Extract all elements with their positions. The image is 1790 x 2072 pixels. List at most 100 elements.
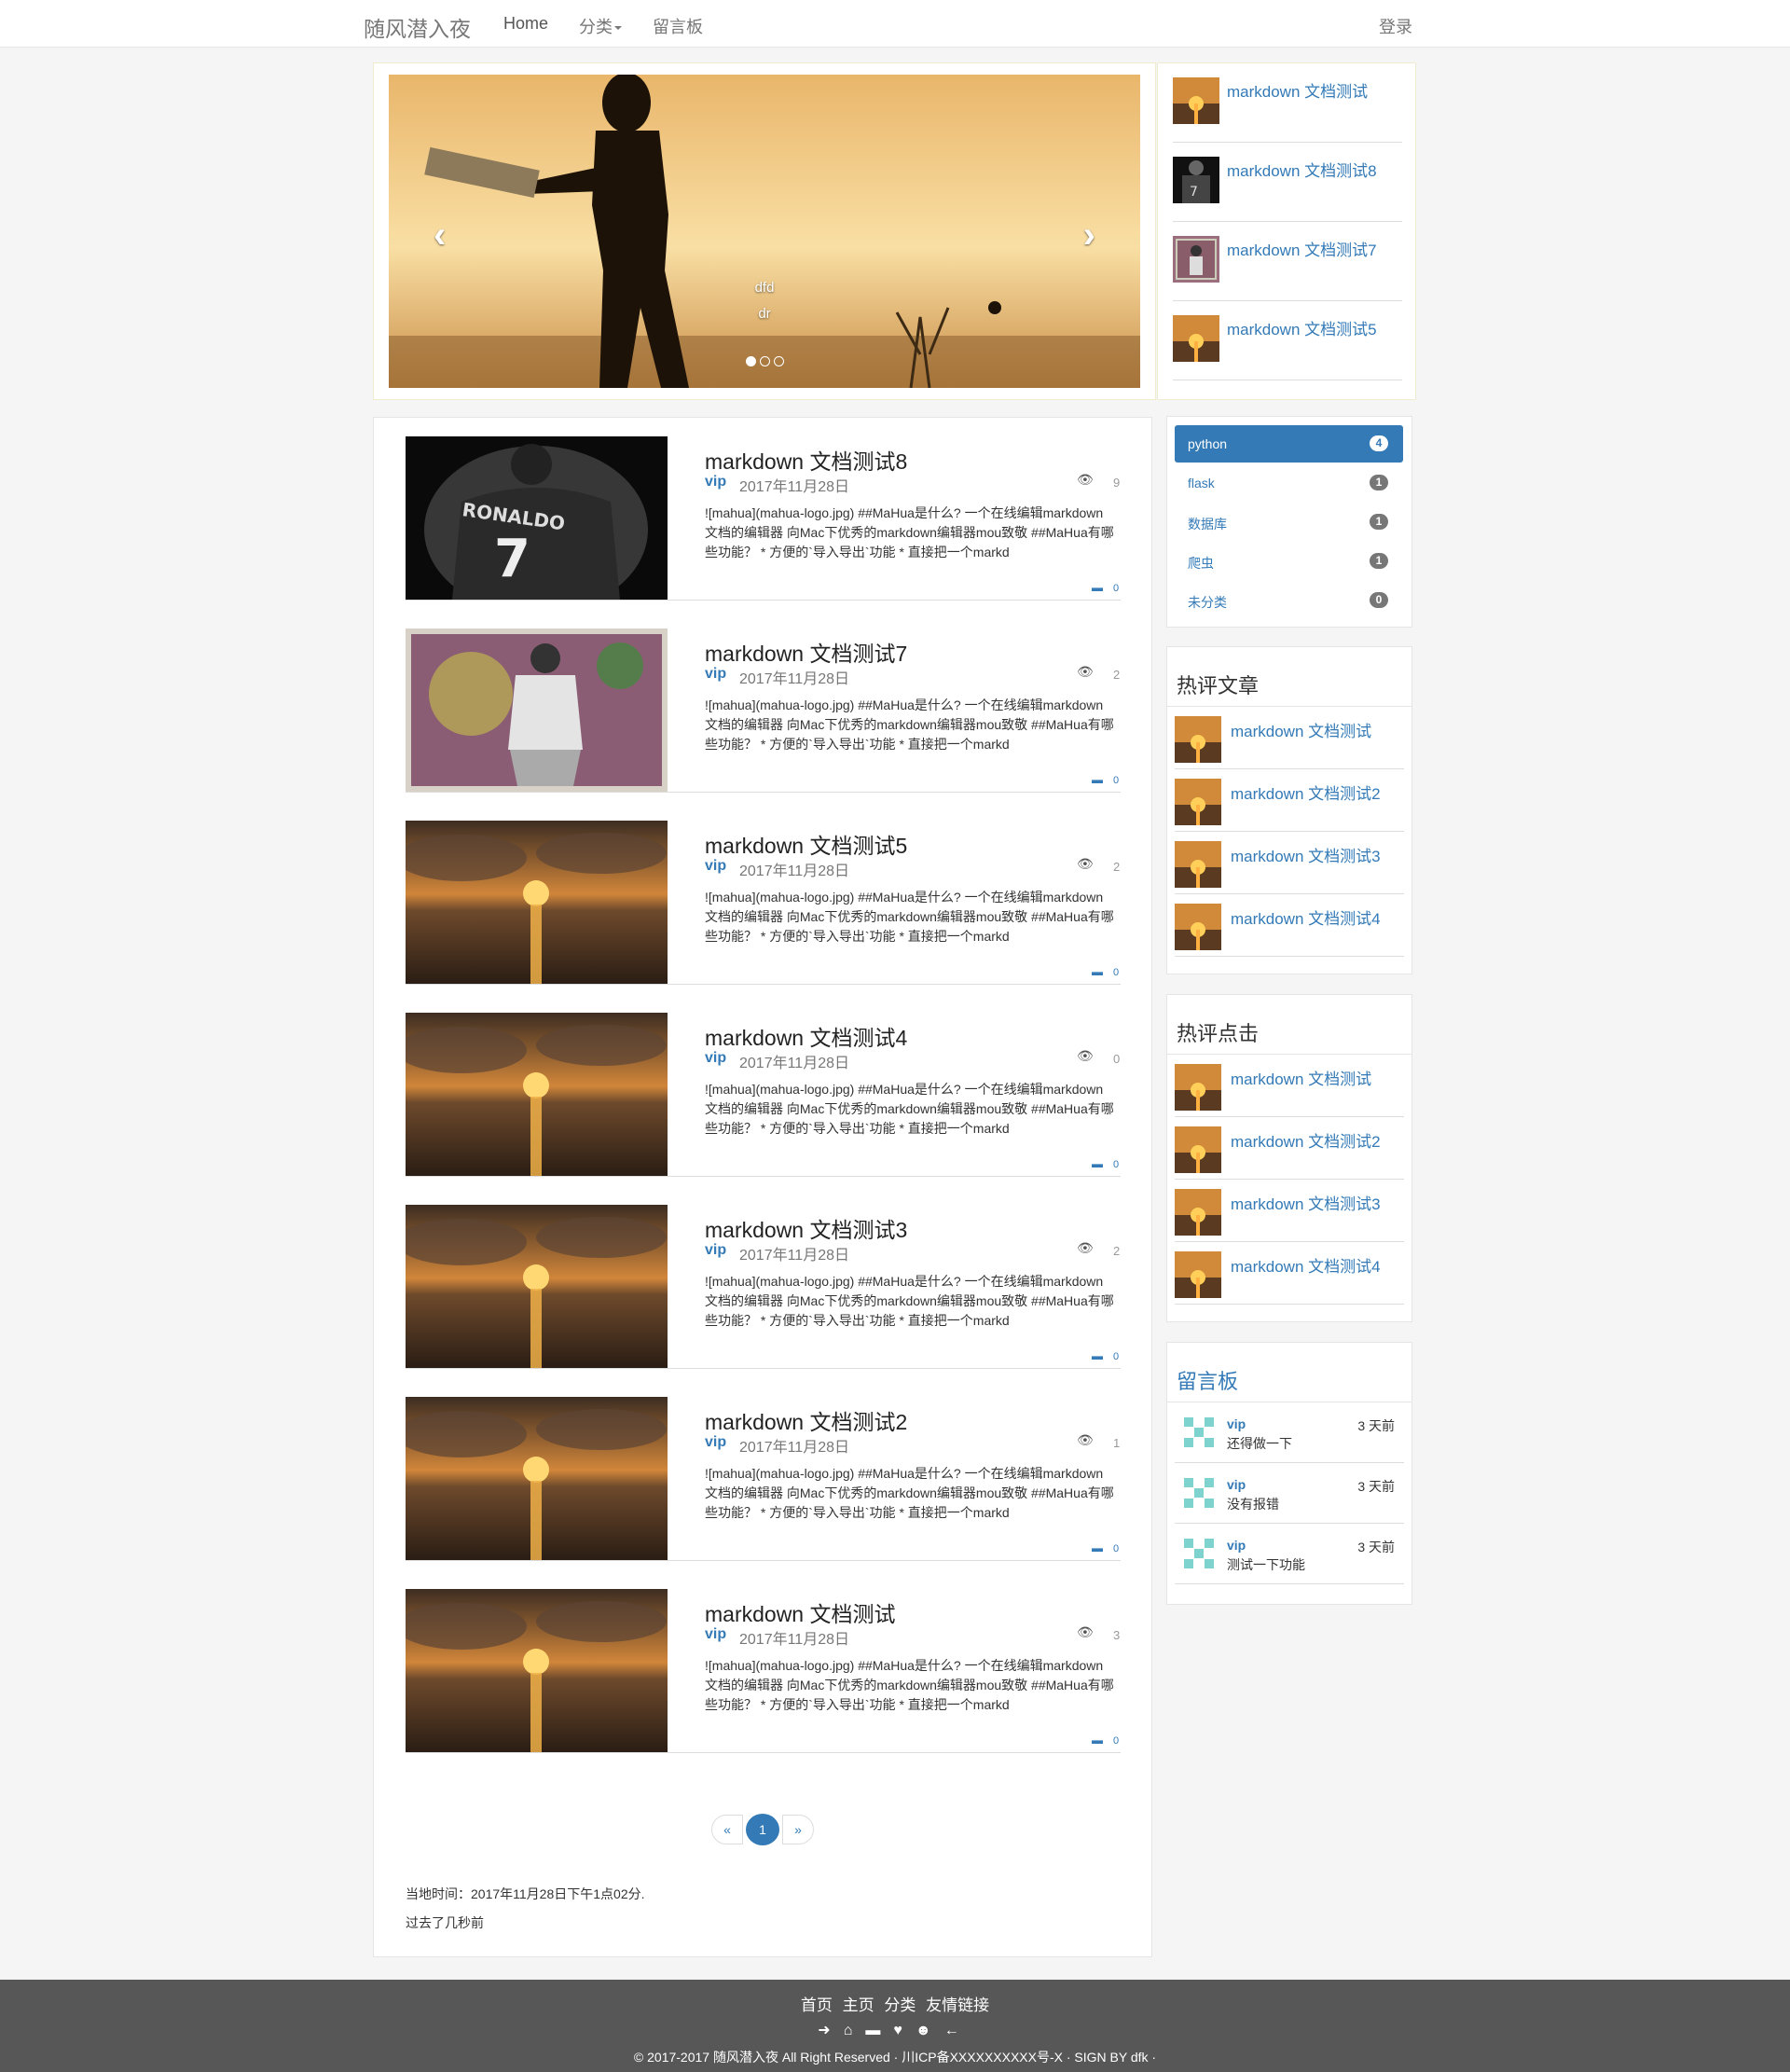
recent-post-item[interactable]: 7 markdown 文档测试8 <box>1173 143 1402 222</box>
arrow-right-icon[interactable]: ➜ <box>818 2023 843 2038</box>
eye-icon: 👁 <box>1077 856 1094 871</box>
post-thumbnail <box>1175 841 1221 888</box>
article-comment-count[interactable]: 0 <box>1113 1351 1119 1362</box>
hot-article-title[interactable]: markdown 文档测试2 <box>1231 780 1381 804</box>
category-item-flask[interactable]: flask 1 <box>1175 464 1403 502</box>
hot-click-item[interactable]: markdown 文档测试3 <box>1175 1180 1404 1242</box>
comment-icon[interactable]: ▬ <box>1092 1157 1103 1170</box>
article-title[interactable]: markdown 文档测试 <box>705 1596 895 1628</box>
comment-icon[interactable]: ▬ <box>1092 965 1103 978</box>
home-icon[interactable]: ⌂ <box>844 2023 866 2038</box>
hot-click-title[interactable]: markdown 文档测试3 <box>1231 1191 1381 1214</box>
recent-post-title[interactable]: markdown 文档测试7 <box>1227 237 1377 260</box>
category-item-python[interactable]: python 4 <box>1175 425 1403 463</box>
pagination-page-current[interactable]: 1 <box>746 1814 779 1845</box>
guestbook-title[interactable]: 留言板 <box>1177 1365 1238 1395</box>
nav-category-label: 分类 <box>579 18 613 36</box>
carousel-indicator[interactable] <box>759 356 770 366</box>
hot-article-title[interactable]: markdown 文档测试4 <box>1231 905 1381 929</box>
article-image[interactable] <box>406 1397 668 1560</box>
article-title[interactable]: markdown 文档测试2 <box>705 1404 907 1436</box>
comment-icon[interactable]: ▬ <box>1092 1541 1103 1554</box>
article-author[interactable]: vip <box>705 1434 726 1451</box>
article-comment-count[interactable]: 0 <box>1113 1735 1119 1747</box>
pagination-next[interactable]: » <box>782 1815 814 1844</box>
avatar[interactable] <box>1180 1414 1218 1451</box>
article-image[interactable] <box>406 1205 668 1368</box>
article-comment-count[interactable]: 0 <box>1113 1543 1119 1554</box>
footer-link-friends[interactable]: 友情链接 <box>926 1996 989 2014</box>
hot-article-item[interactable]: markdown 文档测试 <box>1175 707 1404 769</box>
article-image[interactable] <box>406 1589 668 1752</box>
hot-click-item[interactable]: markdown 文档测试 <box>1175 1055 1404 1117</box>
article-author[interactable]: vip <box>705 474 726 490</box>
article-title[interactable]: markdown 文档测试7 <box>705 636 907 668</box>
article-author[interactable]: vip <box>705 1626 726 1643</box>
article-comment-count[interactable]: 0 <box>1113 583 1119 594</box>
article-comment-count[interactable]: 0 <box>1113 1159 1119 1170</box>
article-views: 1 <box>1113 1436 1121 1450</box>
hot-click-title[interactable]: markdown 文档测试2 <box>1231 1128 1381 1152</box>
brand-link[interactable]: 随风潜入夜 <box>364 11 471 43</box>
article-title[interactable]: markdown 文档测试5 <box>705 828 907 860</box>
article-date: 2017年11月28日 <box>739 671 850 687</box>
hot-click-item[interactable]: markdown 文档测试2 <box>1175 1117 1404 1180</box>
hot-click-title[interactable]: markdown 文档测试 <box>1231 1066 1371 1089</box>
footer-link-category[interactable]: 分类 <box>884 1996 916 2014</box>
article-comment-count[interactable]: 0 <box>1113 775 1119 786</box>
nav-category-dropdown[interactable]: 分类 <box>579 14 622 38</box>
article-comment-count[interactable]: 0 <box>1113 967 1119 978</box>
footer-copyright: © 2017-2017 随风潜入夜 All Right Reserved · 川… <box>633 2050 1157 2065</box>
footer-link-home[interactable]: 主页 <box>843 1996 874 2014</box>
heart-icon[interactable]: ♥ <box>893 2023 916 2038</box>
carousel-indicator[interactable] <box>773 356 784 366</box>
hot-article-title[interactable]: markdown 文档测试3 <box>1231 843 1381 866</box>
article-title[interactable]: markdown 文档测试3 <box>705 1212 907 1244</box>
category-item-uncategorized[interactable]: 未分类 0 <box>1175 582 1403 619</box>
article-image[interactable]: RONALDO 7 <box>406 436 668 600</box>
hot-article-title[interactable]: markdown 文档测试 <box>1231 718 1371 741</box>
category-item-spider[interactable]: 爬虫 1 <box>1175 543 1403 580</box>
avatar[interactable] <box>1180 1474 1218 1512</box>
carousel-indicator[interactable] <box>745 356 756 366</box>
comment-icon[interactable]: ▬ <box>1092 773 1103 786</box>
hot-article-item[interactable]: markdown 文档测试4 <box>1175 894 1404 957</box>
recent-post-title[interactable]: markdown 文档测试5 <box>1227 316 1377 339</box>
article-title[interactable]: markdown 文档测试8 <box>705 444 907 476</box>
avatar[interactable] <box>1180 1535 1218 1572</box>
message-user[interactable]: vip <box>1227 1538 1246 1553</box>
article-title[interactable]: markdown 文档测试4 <box>705 1020 907 1052</box>
message-user[interactable]: vip <box>1227 1477 1246 1492</box>
category-item-database[interactable]: 数据库 1 <box>1175 504 1403 541</box>
hot-click-title[interactable]: markdown 文档测试4 <box>1231 1253 1381 1277</box>
hot-article-item[interactable]: markdown 文档测试2 <box>1175 769 1404 832</box>
article-author[interactable]: vip <box>705 666 726 683</box>
user-icon[interactable]: ☻ <box>916 2023 944 2038</box>
hot-article-item[interactable]: markdown 文档测试3 <box>1175 832 1404 894</box>
arrow-left-icon[interactable]: ← <box>944 2023 972 2038</box>
footer-link-index[interactable]: 首页 <box>801 1996 833 2014</box>
carousel-prev-button[interactable]: ‹ <box>434 214 446 256</box>
recent-post-item[interactable]: markdown 文档测试7 <box>1173 222 1402 301</box>
article-author[interactable]: vip <box>705 1242 726 1259</box>
message-user[interactable]: vip <box>1227 1416 1246 1431</box>
hot-click-item[interactable]: markdown 文档测试4 <box>1175 1242 1404 1305</box>
article-author[interactable]: vip <box>705 858 726 875</box>
carousel-next-button[interactable]: › <box>1083 214 1095 256</box>
comment-icon[interactable]: ▬ <box>1092 1734 1103 1747</box>
recent-post-title[interactable]: markdown 文档测试8 <box>1227 158 1377 181</box>
nav-home[interactable]: Home <box>503 14 548 34</box>
login-link[interactable]: 登录 <box>1379 14 1412 38</box>
nav-guestbook[interactable]: 留言板 <box>653 14 703 38</box>
recent-post-title[interactable]: markdown 文档测试 <box>1227 78 1368 102</box>
pagination-prev[interactable]: « <box>711 1815 743 1844</box>
recent-post-item[interactable]: markdown 文档测试 <box>1173 63 1402 143</box>
recent-post-item[interactable]: markdown 文档测试5 <box>1173 301 1402 380</box>
comment-icon[interactable]: ▬ <box>1092 581 1103 594</box>
article-image[interactable] <box>406 1013 668 1176</box>
article-image[interactable] <box>406 629 668 792</box>
article-image[interactable] <box>406 821 668 984</box>
comment-icon[interactable]: ▬ <box>865 2023 893 2038</box>
comment-icon[interactable]: ▬ <box>1092 1349 1103 1362</box>
article-author[interactable]: vip <box>705 1050 726 1067</box>
